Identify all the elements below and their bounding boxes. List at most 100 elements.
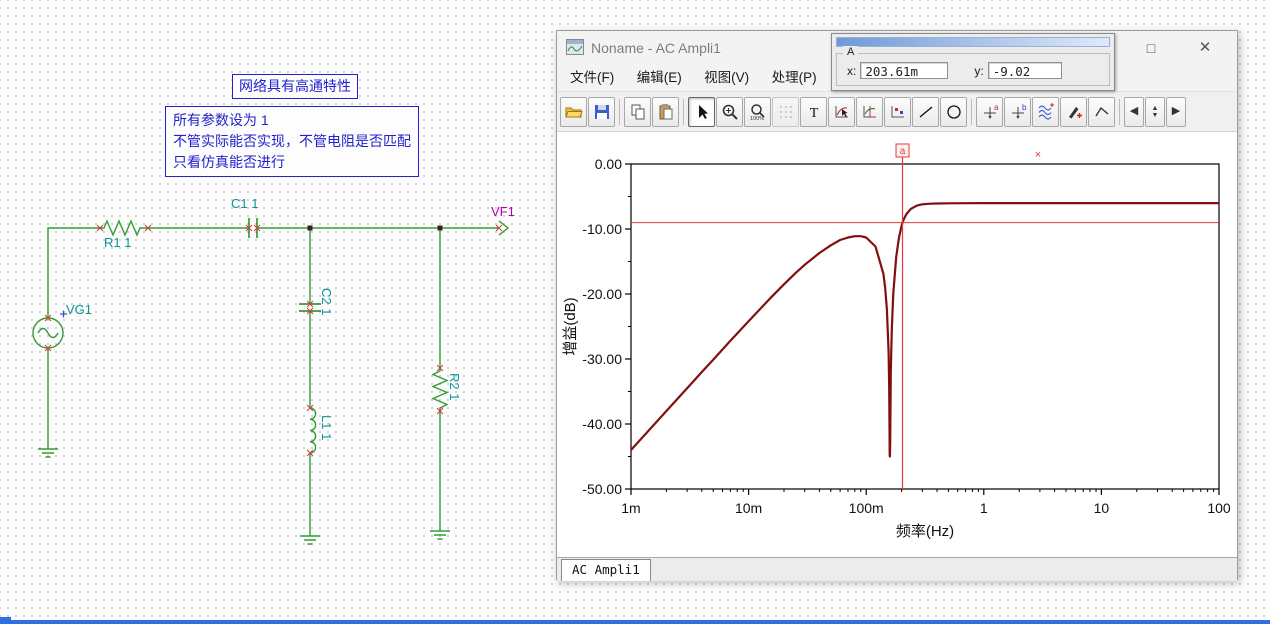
- label-l1[interactable]: L1 1: [319, 415, 334, 440]
- menu-view[interactable]: 视图(V): [695, 65, 758, 91]
- toolbar-separator: [619, 98, 620, 125]
- save-button[interactable]: [588, 96, 615, 127]
- cursor-a-flag-label: a: [900, 146, 906, 157]
- y-tick-label: -30.00: [582, 351, 622, 367]
- x-tick-label: 10: [1094, 500, 1110, 516]
- x-tick-label: 10m: [735, 500, 762, 516]
- y-tick-label: -40.00: [582, 416, 622, 432]
- window-title: Noname - AC Ampli1: [591, 40, 721, 56]
- svg-text:b: b: [1022, 103, 1027, 112]
- resistor-r1[interactable]: [100, 219, 148, 237]
- inductor-l1[interactable]: [309, 407, 317, 454]
- arrow-cursor-icon: [698, 104, 708, 119]
- ground-l1[interactable]: [300, 535, 320, 545]
- nav-spinner-button[interactable]: ▲ ▼: [1145, 96, 1165, 127]
- chart-mark-tool-button[interactable]: [856, 96, 883, 127]
- tab-bar: AC Ampli1: [557, 557, 1237, 581]
- toolbar-separator: [683, 98, 684, 125]
- chart-legend-icon: [891, 105, 904, 117]
- plot-window: Noname - AC Ampli1 □ ✕ 文件(F) 编辑(E) 视图(V)…: [556, 30, 1238, 581]
- copy-icon: [631, 104, 644, 119]
- label-r2[interactable]: R2 1: [447, 373, 462, 400]
- nav-left-icon: ◀: [1129, 105, 1139, 117]
- probe-vf1[interactable]: [498, 220, 510, 236]
- cursor-panel-titlebar[interactable]: [836, 37, 1110, 47]
- line-tool-button[interactable]: [912, 96, 939, 127]
- cursor-x-label: x:: [847, 63, 857, 78]
- cursor-panel-fieldset: A x: 203.61m y: -9.02: [836, 46, 1110, 86]
- terminal-marks: [44, 224, 503, 457]
- nav-left-button[interactable]: ◀: [1124, 96, 1144, 127]
- pen-plus-icon: [1068, 106, 1082, 118]
- cursor-b-parked-marker[interactable]: ×: [1035, 149, 1041, 161]
- gain-curve: [630, 201, 1219, 458]
- note-line: 不管实际能否实现，不管电阻是否匹配: [173, 133, 411, 149]
- zoom-in-button[interactable]: [716, 96, 743, 127]
- cursor-x-input[interactable]: 203.61m: [860, 62, 949, 79]
- ground-r2[interactable]: [430, 530, 450, 540]
- maximize-button[interactable]: □: [1135, 31, 1167, 65]
- pen-tool-button[interactable]: [1060, 96, 1087, 127]
- y-axis-title: 增益(dB): [562, 297, 579, 355]
- open-folder-icon: [564, 107, 583, 117]
- chart-mark-icon: [863, 105, 876, 117]
- note-line: 所有参数设为 1: [173, 112, 269, 128]
- bode-plot: 1m 10m 100m 1 10 100 0.00 -10.00 -20.00 -30.00 -40…: [562, 143, 1231, 540]
- waves-tool-button[interactable]: [1032, 96, 1059, 127]
- grid-icon: [779, 105, 792, 118]
- tab-ac-ampli1[interactable]: AC Ampli1: [561, 559, 651, 581]
- chart-legend-tool-button[interactable]: [884, 96, 911, 127]
- wires[interactable]: [47, 227, 499, 536]
- ellipse-tool-icon: [946, 104, 961, 119]
- cursor-y-input[interactable]: -9.02: [987, 62, 1062, 79]
- label-c1[interactable]: C1 1: [231, 196, 258, 211]
- cursor-a-icon: a: [983, 103, 999, 119]
- x-tick-label: 1m: [621, 500, 640, 516]
- spinner-icon: ▲ ▼: [1151, 104, 1159, 119]
- close-button[interactable]: ✕: [1189, 31, 1221, 65]
- cursor-value-panel[interactable]: A x: 203.61m y: -9.02: [831, 33, 1115, 91]
- y-tick-label: 0.00: [595, 156, 622, 172]
- x-tick-label: 1: [980, 500, 988, 516]
- ground-vg1[interactable]: [38, 448, 58, 458]
- source-vg1[interactable]: [32, 317, 64, 349]
- chart-cursor-tool-button[interactable]: [828, 96, 855, 127]
- svg-text:T: T: [809, 106, 818, 121]
- grid-toggle-button[interactable]: [772, 96, 799, 127]
- cursor-a-button[interactable]: a: [976, 96, 1003, 127]
- line-tool-icon: [919, 105, 932, 118]
- chart-cursor-icon: [835, 105, 848, 117]
- label-c2[interactable]: C2 1: [319, 288, 334, 315]
- y-tick-label: -10.00: [582, 221, 622, 237]
- zoom-100-button[interactable]: 100%: [744, 96, 771, 127]
- plot-frame: [630, 163, 1220, 490]
- paste-button[interactable]: [652, 96, 679, 127]
- note-title-box[interactable]: 网络具有高通特性: [232, 74, 358, 99]
- menu-edit[interactable]: 编辑(E): [628, 65, 691, 91]
- x-tick-label: 100: [1207, 500, 1231, 516]
- floppy-icon: [594, 104, 609, 119]
- open-file-button[interactable]: [560, 96, 587, 127]
- capacitor-c2[interactable]: [299, 303, 321, 312]
- ellipse-tool-button[interactable]: [940, 96, 967, 127]
- copy-button[interactable]: [624, 96, 651, 127]
- nav-right-button[interactable]: ▶: [1166, 96, 1186, 127]
- label-vf1[interactable]: VF1: [491, 204, 515, 219]
- capacitor-c1[interactable]: [248, 218, 258, 238]
- corner-tool-button[interactable]: [1088, 96, 1115, 127]
- label-vg1[interactable]: VG1: [66, 302, 92, 317]
- toolbar-separator: [1119, 98, 1120, 125]
- svg-text:100%: 100%: [749, 116, 763, 121]
- menu-process[interactable]: 处理(P): [763, 65, 826, 91]
- resistor-r2[interactable]: [431, 368, 449, 411]
- cursor-b-icon: b: [1011, 103, 1027, 119]
- cursor-b-button[interactable]: b: [1004, 96, 1031, 127]
- bottom-left-corner-chip: [0, 617, 11, 624]
- nav-right-icon: ▶: [1171, 105, 1181, 117]
- label-r1[interactable]: R1 1: [104, 235, 131, 250]
- text-tool-button[interactable]: T: [800, 96, 827, 127]
- cursor-y-label: y:: [974, 63, 984, 78]
- note-body-box[interactable]: 所有参数设为 1 不管实际能否实现，不管电阻是否匹配 只看仿真能否进行: [165, 106, 419, 177]
- select-cursor-button[interactable]: [688, 96, 715, 127]
- menu-file[interactable]: 文件(F): [561, 65, 623, 91]
